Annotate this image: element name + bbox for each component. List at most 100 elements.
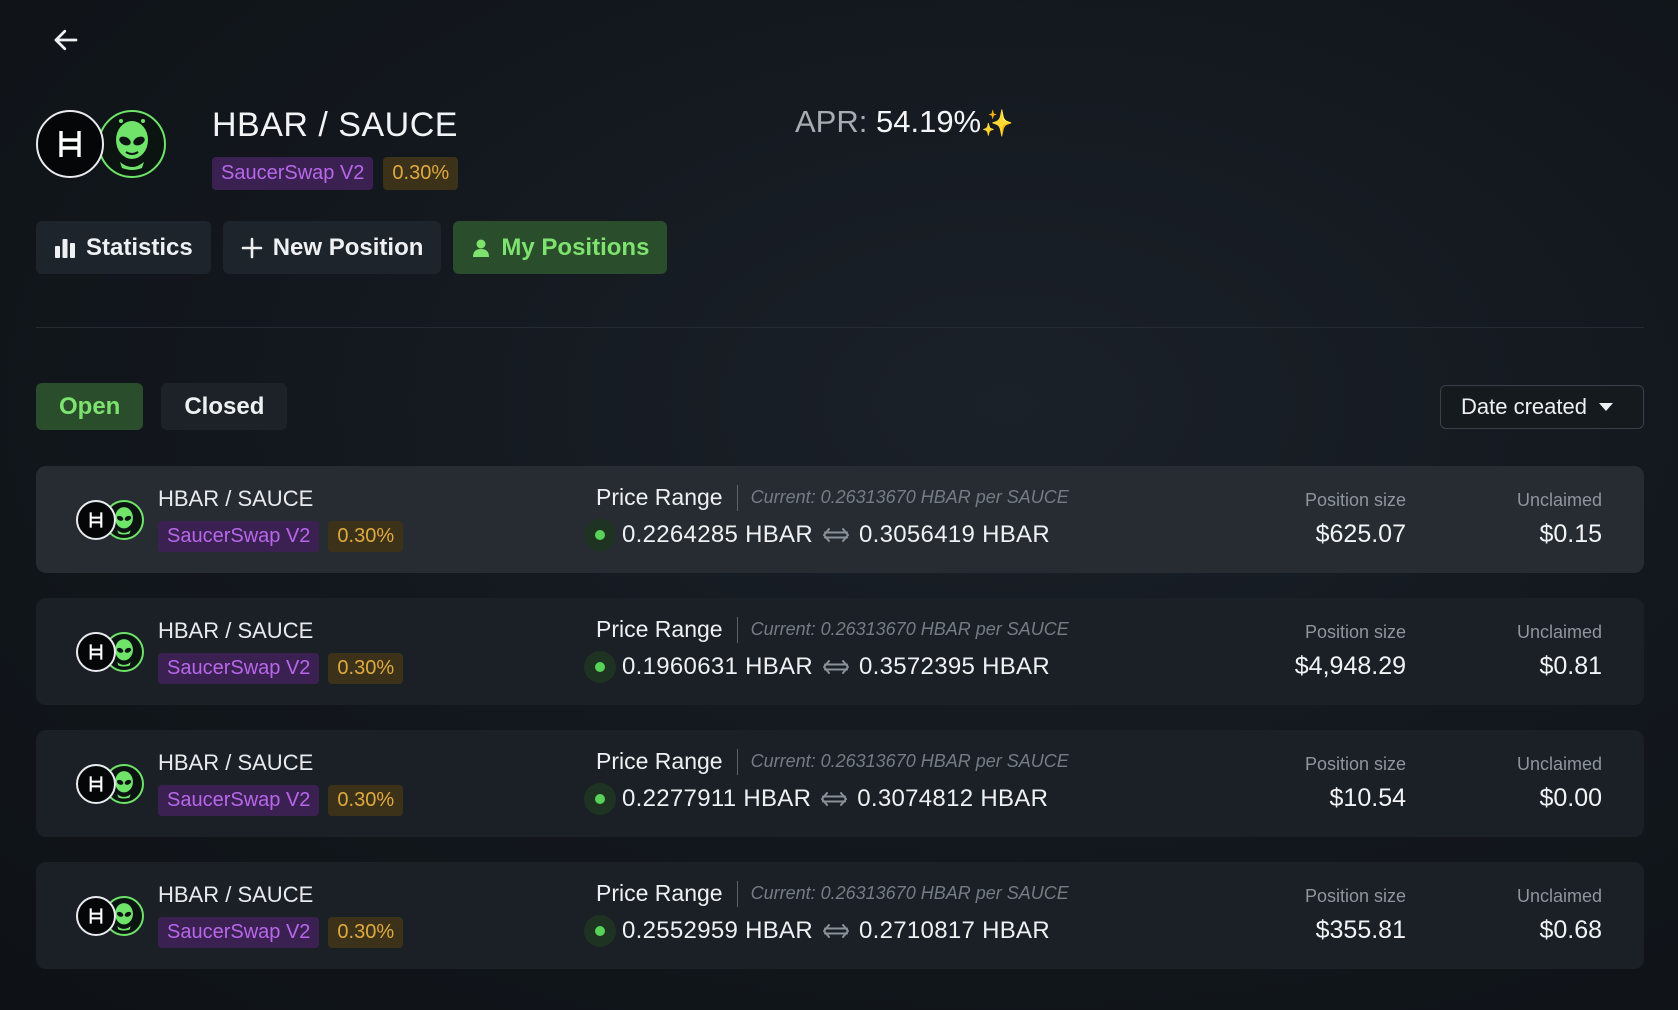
range-max: 0.3074812 HBAR <box>857 785 1049 812</box>
range-max: 0.3056419 HBAR <box>859 521 1050 548</box>
price-range-label: Price Range <box>596 880 723 906</box>
sort-dropdown-label: Date created <box>1461 394 1587 419</box>
position-pair-logos <box>76 764 146 806</box>
hbar-icon <box>76 500 116 540</box>
status-filter: Open Closed <box>36 383 288 430</box>
current-price: Current: 0.26313670 HBAR per SAUCE <box>750 751 1069 771</box>
separator <box>736 484 738 511</box>
sort-dropdown[interactable]: Date created <box>1440 385 1644 429</box>
dex-badge: SaucerSwap V2 <box>158 917 320 948</box>
apr-label: APR: <box>795 104 868 139</box>
filter-closed[interactable]: Closed <box>161 383 288 430</box>
position-size: Position size $625.07 <box>1305 490 1406 549</box>
position-pair-title: HBAR / SAUCE <box>158 882 314 907</box>
hbar-icon <box>76 896 116 936</box>
fee-badge: 0.30% <box>328 917 404 948</box>
plus-icon <box>241 237 263 259</box>
tab-statistics-label: Statistics <box>86 233 193 261</box>
divider <box>36 327 1644 328</box>
separator <box>736 880 738 907</box>
positions-list: HBAR / SAUCE SaucerSwap V2 0.30% Price R… <box>36 466 1644 994</box>
position-size-label: Position size <box>1304 490 1406 510</box>
position-card[interactable]: HBAR / SAUCE SaucerSwap V2 0.30% Price R… <box>36 598 1644 705</box>
unclaimed-value: $0.15 <box>1539 520 1602 548</box>
back-button[interactable] <box>48 22 84 58</box>
position-size: Position size $10.54 <box>1305 754 1406 813</box>
position-card[interactable]: HBAR / SAUCE SaucerSwap V2 0.30% Price R… <box>36 862 1644 969</box>
position-card[interactable]: HBAR / SAUCE SaucerSwap V2 0.30% Price R… <box>36 466 1644 573</box>
position-pair-title: HBAR / SAUCE <box>158 618 314 643</box>
pair-info: HBAR / SAUCE SaucerSwap V2 0.30% <box>212 106 459 190</box>
unclaimed-label: Unclaimed <box>1516 490 1602 510</box>
dex-badge: SaucerSwap V2 <box>158 521 320 552</box>
position-tags: SaucerSwap V2 0.30% <box>158 785 404 816</box>
filter-open[interactable]: Open <box>36 383 144 430</box>
price-range: Price Range Current: 0.26313670 HBAR per… <box>584 616 1069 683</box>
dex-badge: SaucerSwap V2 <box>158 785 320 816</box>
position-size-label: Position size <box>1304 754 1406 774</box>
position-pair: HBAR / SAUCE SaucerSwap V2 0.30% <box>158 882 404 948</box>
in-range-indicator <box>584 915 616 947</box>
sparkles-icon: ✨ <box>981 108 1014 138</box>
position-pair-logos <box>76 500 146 542</box>
position-size: Position size $355.81 <box>1305 886 1406 945</box>
fee-badge: 0.30% <box>328 521 404 552</box>
unclaimed-label: Unclaimed <box>1516 754 1602 774</box>
fee-badge: 0.30% <box>328 653 404 684</box>
status-dot-icon <box>595 530 605 540</box>
separator <box>736 616 738 643</box>
arrows-left-right-icon <box>823 527 849 543</box>
apr-display: APR: 54.19%✨ <box>795 104 1014 140</box>
position-tags: SaucerSwap V2 0.30% <box>158 653 404 684</box>
bar-chart-icon <box>54 237 76 259</box>
arrow-left-icon <box>54 29 78 51</box>
separator <box>736 748 738 775</box>
nav-tabs: Statistics New Position My Positions <box>36 221 668 274</box>
range-max: 0.2710817 HBAR <box>859 917 1050 944</box>
position-pair-title: HBAR / SAUCE <box>158 486 314 511</box>
unclaimed-fees: Unclaimed $0.81 <box>1517 622 1602 681</box>
current-price: Current: 0.26313670 HBAR per SAUCE <box>750 619 1069 639</box>
tab-new-position-label: New Position <box>272 233 424 261</box>
position-size-value: $625.07 <box>1315 520 1406 548</box>
range-min: 0.2264285 HBAR <box>622 521 813 548</box>
unclaimed-value: $0.00 <box>1539 784 1602 812</box>
position-card[interactable]: HBAR / SAUCE SaucerSwap V2 0.30% Price R… <box>36 730 1644 837</box>
position-size: Position size $4,948.29 <box>1295 622 1406 681</box>
in-range-indicator <box>584 519 616 551</box>
status-dot-icon <box>595 926 605 936</box>
status-dot-icon <box>595 794 605 804</box>
current-price: Current: 0.26313670 HBAR per SAUCE <box>750 883 1069 903</box>
price-range: Price Range Current: 0.26313670 HBAR per… <box>584 748 1069 815</box>
tab-statistics[interactable]: Statistics <box>36 221 211 274</box>
hbar-icon <box>76 632 116 672</box>
fee-badge: 0.30% <box>328 785 404 816</box>
pair-logos <box>36 110 166 210</box>
arrows-left-right-icon <box>821 791 848 807</box>
price-range-label: Price Range <box>596 484 723 510</box>
pair-tags: SaucerSwap V2 0.30% <box>212 157 459 190</box>
unclaimed-fees: Unclaimed $0.68 <box>1517 886 1602 945</box>
hbar-icon <box>59 131 81 157</box>
price-range: Price Range Current: 0.26313670 HBAR per… <box>584 484 1069 551</box>
range-max: 0.3572395 HBAR <box>859 653 1050 680</box>
unclaimed-value: $0.81 <box>1539 652 1602 680</box>
position-size-value: $355.81 <box>1315 916 1406 944</box>
fee-badge: 0.30% <box>383 157 459 190</box>
position-tags: SaucerSwap V2 0.30% <box>158 917 404 948</box>
current-price: Current: 0.26313670 HBAR per SAUCE <box>750 487 1069 507</box>
price-range-label: Price Range <box>596 616 723 642</box>
tab-new-position[interactable]: New Position <box>222 221 442 274</box>
position-pair-title: HBAR / SAUCE <box>158 750 314 775</box>
position-tags: SaucerSwap V2 0.30% <box>158 521 404 552</box>
range-min: 0.1960631 HBAR <box>622 653 813 680</box>
unclaimed-fees: Unclaimed $0.15 <box>1517 490 1602 549</box>
range-min: 0.2552959 HBAR <box>622 917 813 944</box>
unclaimed-value: $0.68 <box>1539 916 1602 944</box>
hbar-logo <box>36 110 104 178</box>
range-min: 0.2277911 HBAR <box>622 785 812 812</box>
tab-my-positions[interactable]: My Positions <box>453 221 668 274</box>
unclaimed-fees: Unclaimed $0.00 <box>1517 754 1602 813</box>
pair-title: HBAR / SAUCE <box>212 106 458 144</box>
position-pair: HBAR / SAUCE SaucerSwap V2 0.30% <box>158 750 404 816</box>
